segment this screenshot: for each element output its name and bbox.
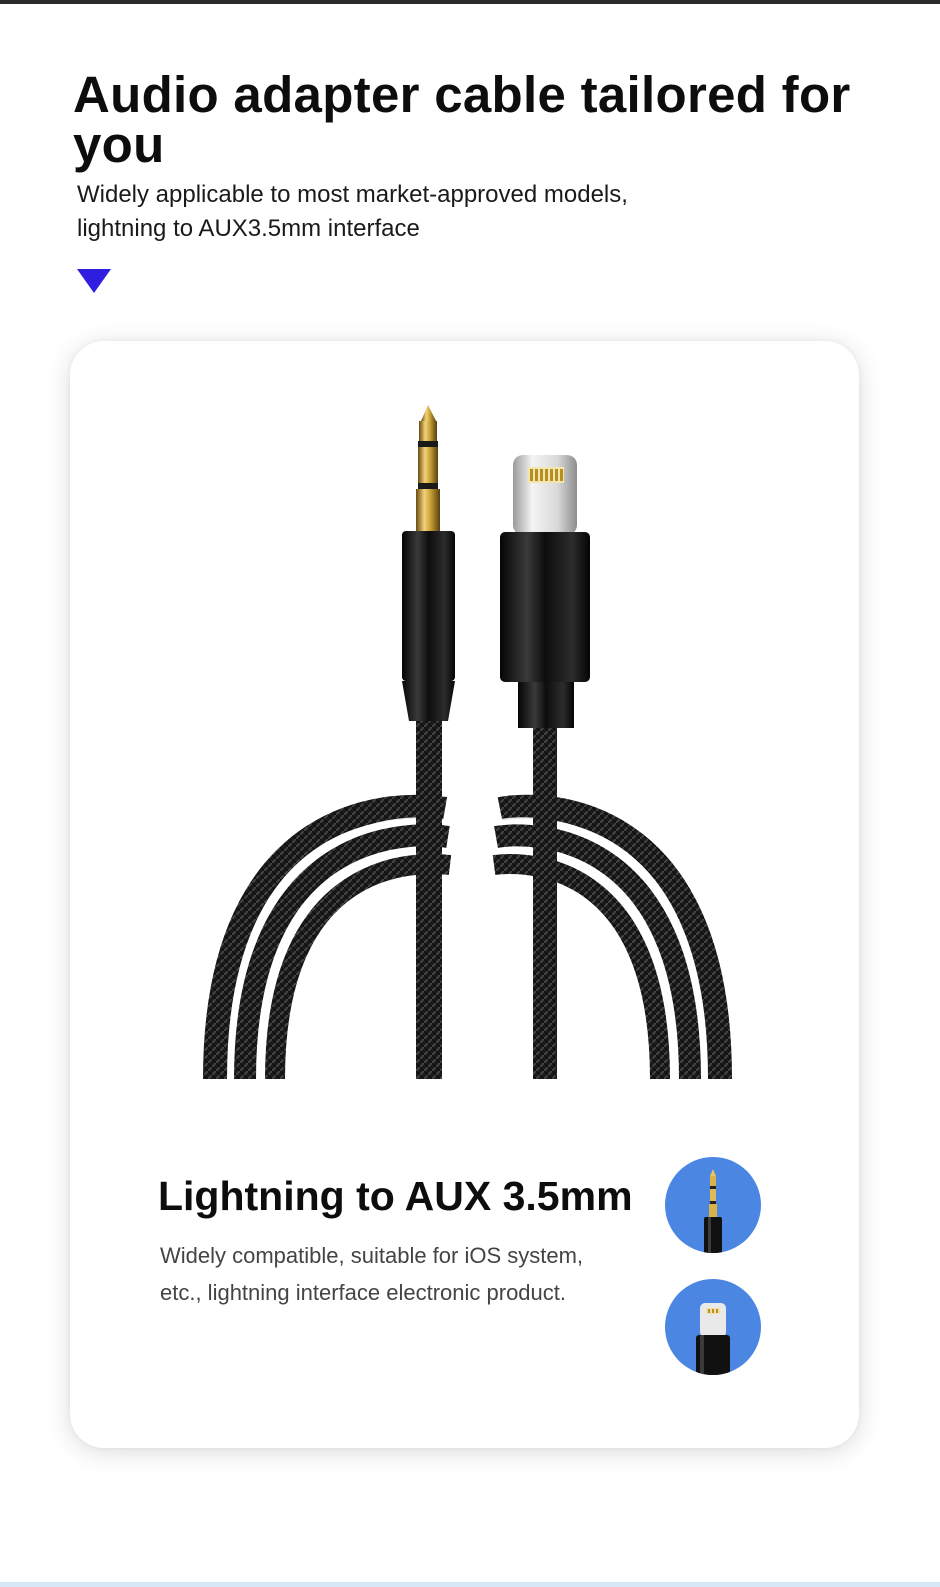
aux-connector-icon xyxy=(665,1157,761,1253)
top-strip xyxy=(0,0,940,4)
product-card: Lightning to AUX 3.5mm Widely compatible… xyxy=(70,341,859,1448)
feature-description: Widely compatible, suitable for iOS syst… xyxy=(160,1237,660,1311)
page-title: Audio adapter cable tailored for you xyxy=(73,66,851,173)
down-triangle-marker xyxy=(77,269,111,293)
feature-description-line-1: Widely compatible, suitable for iOS syst… xyxy=(160,1243,584,1268)
subtitle-line-1: Widely applicable to most market-approve… xyxy=(77,181,628,208)
lightning-connector-icon xyxy=(665,1279,761,1375)
page-subtitle: Widely applicable to most market-approve… xyxy=(77,178,797,246)
subtitle-line-2: lightning to AUX3.5mm interface xyxy=(77,215,420,242)
feature-description-line-2: etc., lightning interface electronic pro… xyxy=(160,1280,567,1305)
feature-title: Lightning to AUX 3.5mm xyxy=(158,1173,633,1219)
cable-product-image xyxy=(203,405,732,1080)
bottom-strip xyxy=(0,1582,940,1587)
